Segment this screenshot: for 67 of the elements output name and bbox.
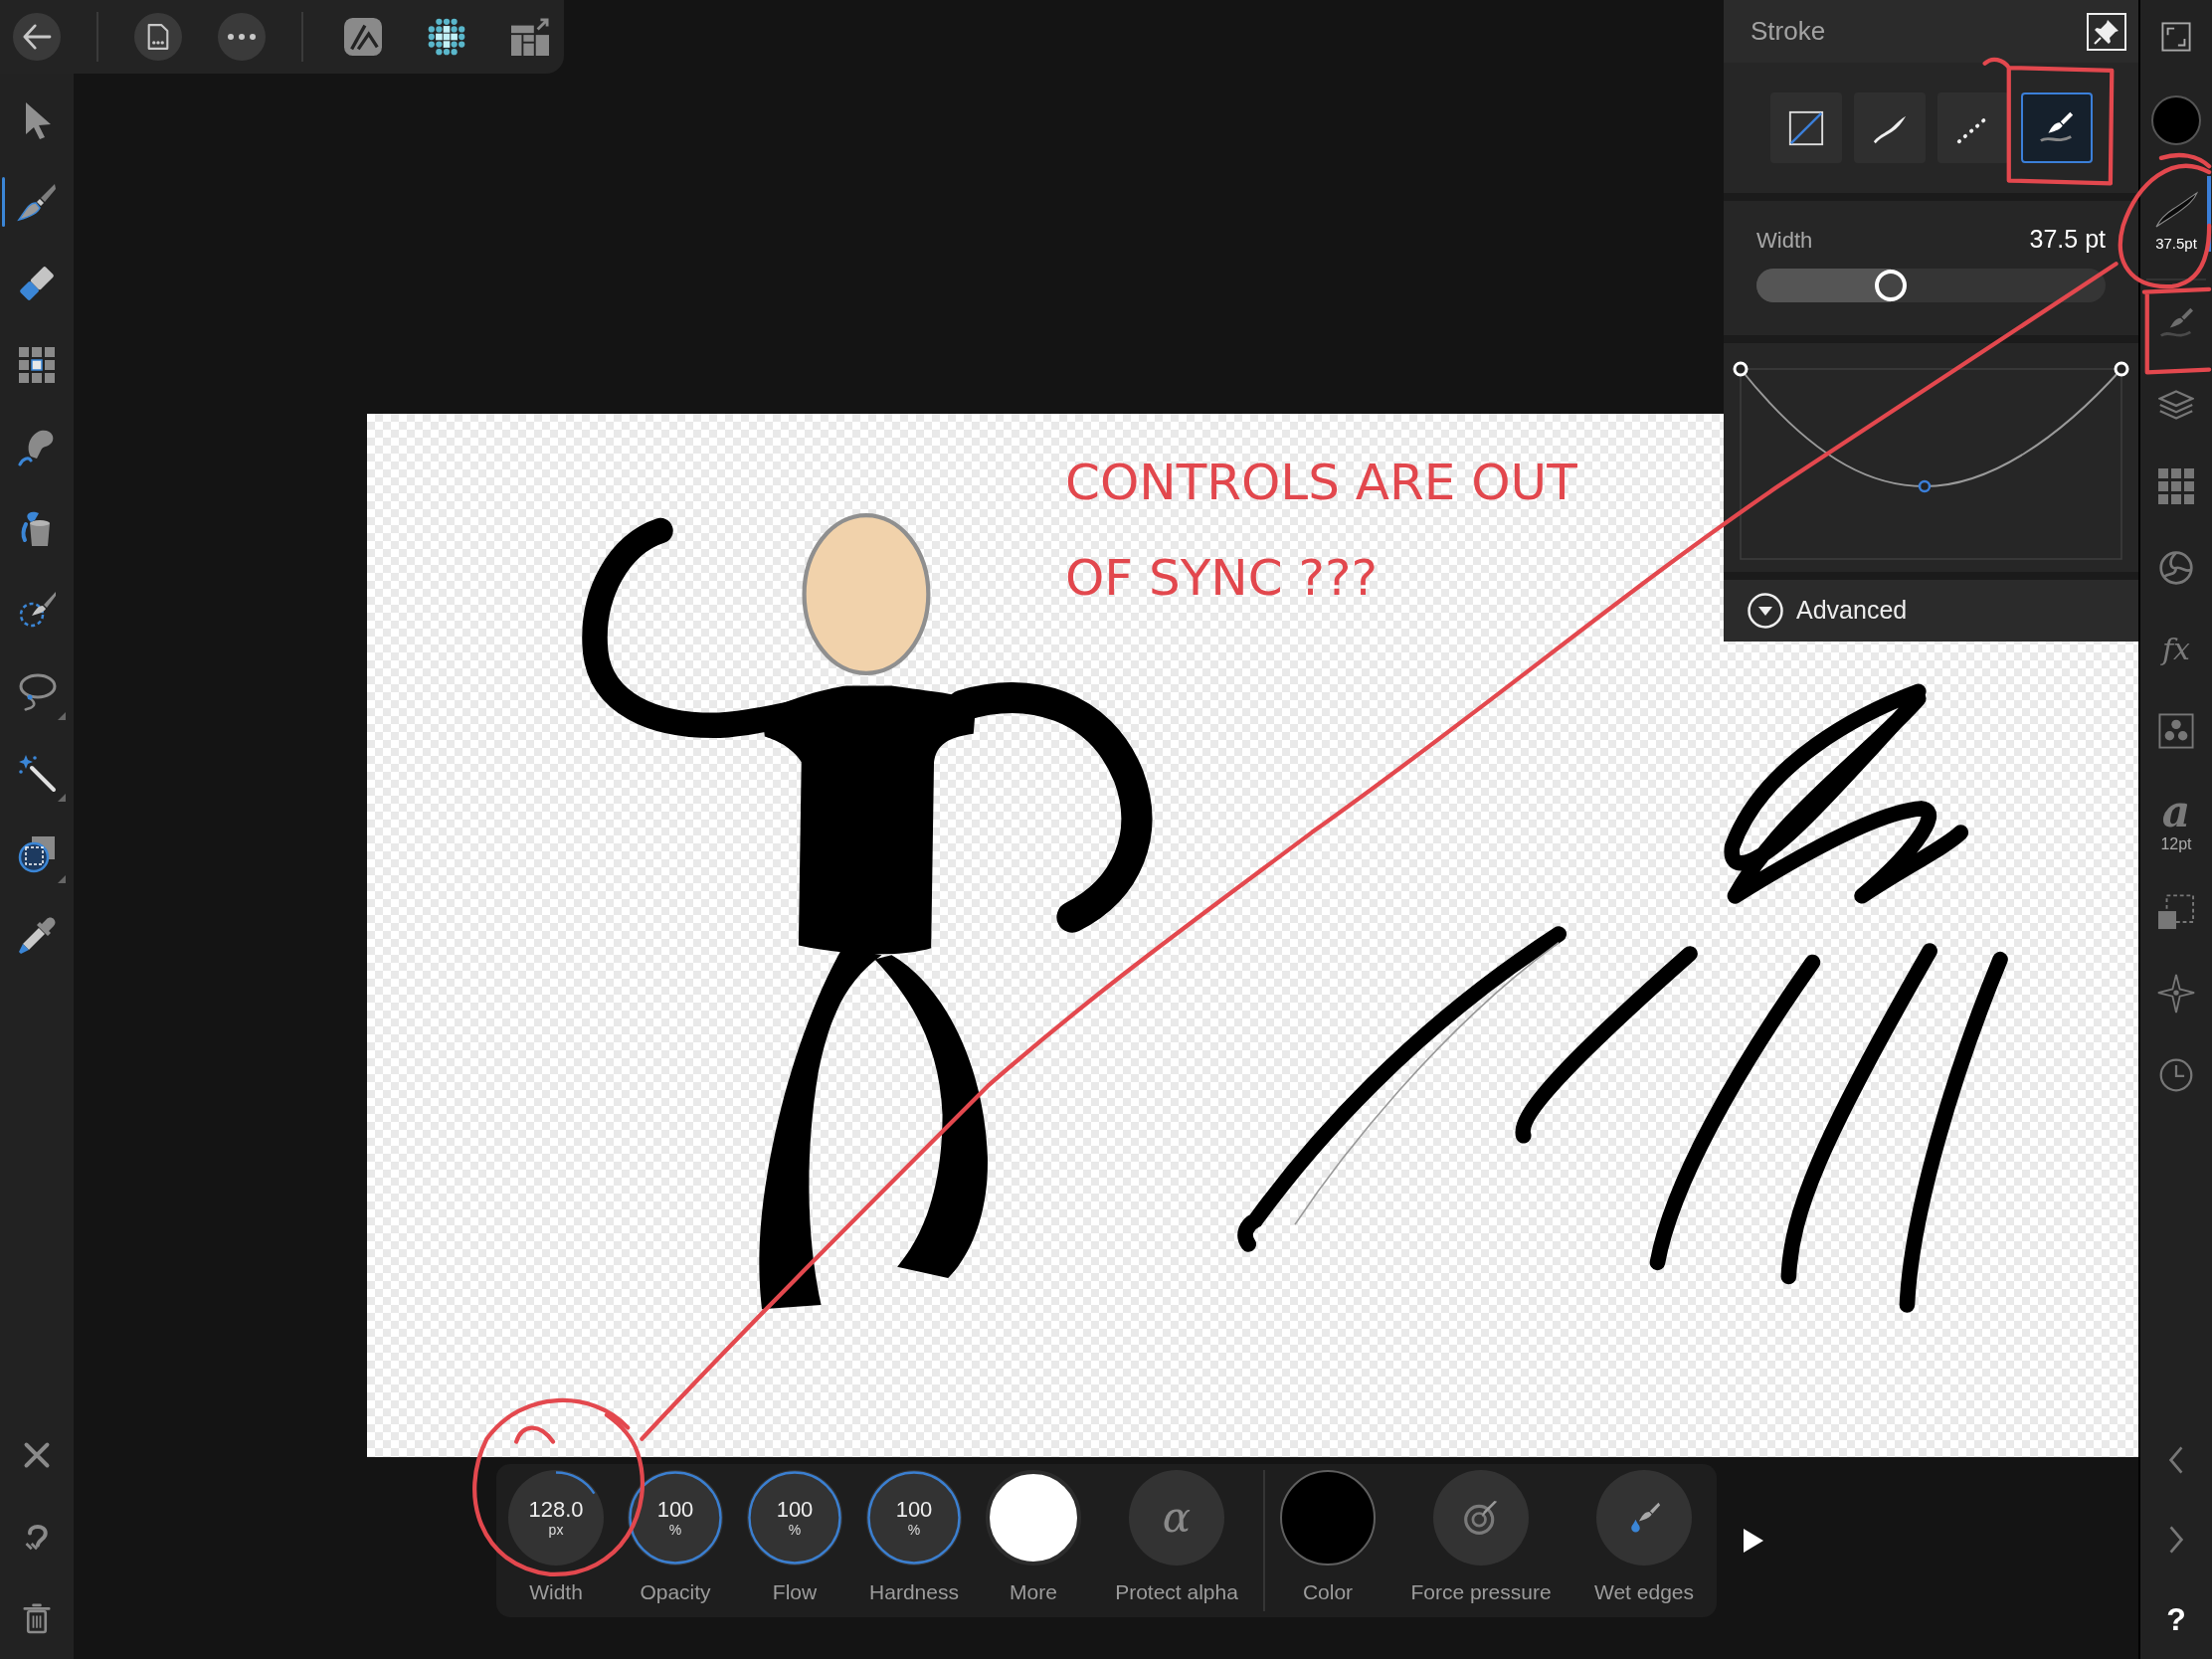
dot-grid-icon	[428, 18, 465, 56]
control-label: Wet edges	[1594, 1579, 1694, 1605]
lasso-icon	[17, 671, 57, 711]
stroke-type-button[interactable]	[1770, 92, 1842, 163]
compass-star-icon	[2157, 974, 2195, 1014]
document-button[interactable]	[134, 13, 182, 61]
width-label: Width	[1756, 226, 1813, 255]
clock-icon	[2158, 1057, 2194, 1093]
value-dial[interactable]: 100 %	[628, 1470, 723, 1566]
curve-midpoint-handle[interactable]	[1918, 479, 1932, 493]
control-label: Width	[529, 1579, 583, 1605]
handwritten-note: CONTROLS ARE OUT OF SYNC ???	[1065, 453, 1577, 609]
advanced-toggle[interactable]: Advanced	[1748, 592, 1908, 630]
layers-icon	[2158, 389, 2194, 421]
studio-tab[interactable]: a 12pt	[2140, 772, 2212, 871]
value-dial[interactable]: 100 %	[747, 1470, 842, 1566]
width-slider[interactable]	[1756, 269, 2106, 302]
control-label: Force pressure	[1410, 1579, 1552, 1605]
eyedropper-icon	[17, 916, 57, 956]
cross-icon	[23, 1441, 51, 1469]
control-label: Hardness	[869, 1579, 959, 1605]
value-dial[interactable]: 128.0 px	[508, 1470, 604, 1566]
play-icon	[1744, 1529, 1763, 1553]
target-pen-icon	[1463, 1500, 1499, 1536]
paintbrush-icon	[17, 182, 57, 222]
curve-handle[interactable]	[1733, 361, 1749, 377]
no-stroke-icon	[1787, 108, 1825, 147]
square-grid-icon	[2158, 468, 2194, 504]
control-label: Color	[1302, 1579, 1354, 1605]
pushpin-icon	[2094, 18, 2120, 45]
dashed-square-icon	[2157, 894, 2195, 930]
protect-alpha-button[interactable]: α	[1129, 1470, 1224, 1566]
magic-wand-icon	[17, 753, 57, 793]
chevron-left-icon	[2167, 1445, 2185, 1475]
circle-swirl-icon	[2158, 550, 2194, 586]
eraser-icon	[17, 264, 57, 303]
framed-dots-icon	[2158, 713, 2194, 749]
logo-tile-icon	[344, 18, 382, 56]
control-label: Opacity	[640, 1579, 711, 1605]
help-button[interactable]: ?	[2140, 1579, 2212, 1659]
studio-tab[interactable]: fx	[2140, 609, 2212, 690]
width-value: 37.5 pt	[2029, 224, 2106, 256]
square-grid-icon	[17, 345, 57, 385]
more-icon	[228, 34, 256, 40]
marquee-icon	[17, 834, 57, 874]
stroke-type-button[interactable]	[2021, 92, 2093, 163]
tiles-arrow-icon	[511, 18, 549, 56]
trash-icon	[23, 1602, 51, 1634]
brush-dashed-circle-icon	[17, 590, 57, 630]
control-label: More	[1010, 1579, 1057, 1605]
pin-button[interactable]	[2087, 12, 2126, 51]
arrow-left-icon	[22, 24, 52, 50]
control-label: Protect alpha	[1115, 1579, 1238, 1605]
hook-icon	[23, 1523, 51, 1551]
calligraphy-stroke-icon	[2154, 191, 2198, 229]
stroke-type-button[interactable]	[1854, 92, 1926, 163]
studio-tab[interactable]: 37.5pt	[2140, 167, 2212, 276]
fullscreen-icon	[2161, 22, 2191, 52]
more-button[interactable]	[218, 13, 266, 61]
slider-thumb[interactable]	[1875, 270, 1908, 301]
chevron-right-icon	[2167, 1525, 2185, 1555]
panel-title: Stroke	[1751, 15, 1826, 48]
back-button[interactable]	[13, 13, 61, 61]
value-dial[interactable]: 100 %	[866, 1470, 962, 1566]
control-label: Flow	[772, 1579, 818, 1605]
document-icon	[147, 23, 169, 51]
curve-handle[interactable]	[2114, 361, 2129, 377]
